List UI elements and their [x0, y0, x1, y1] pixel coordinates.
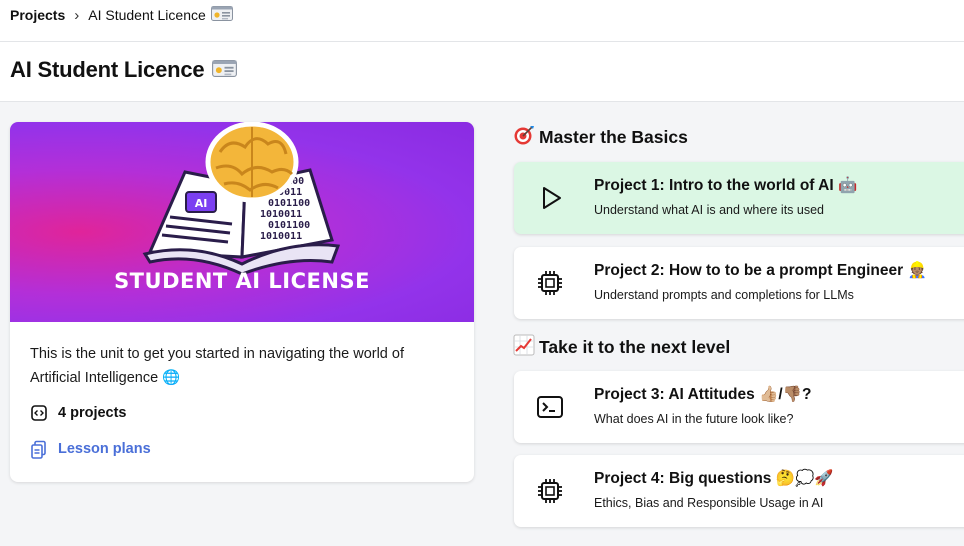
breadcrumb-bar: Projects › AI Student Licence [0, 0, 964, 42]
project-subtitle: Understand prompts and completions for L… [594, 288, 854, 302]
project-subtitle: Understand what AI is and where its used [594, 203, 824, 217]
chart-increasing-icon [513, 334, 535, 361]
code-file-icon [30, 404, 48, 422]
breadcrumb-projects-link[interactable]: Projects [10, 7, 65, 23]
project-title: Project 2: How to to be a prompt Enginee… [594, 262, 927, 279]
project-card-2[interactable]: Project 2: How to to be a prompt Enginee… [514, 247, 964, 319]
section-title-text: Take it to the next level [539, 337, 731, 357]
id-card-icon [212, 57, 238, 83]
project-subtitle: Ethics, Bias and Responsible Usage in AI [594, 496, 824, 510]
project-title: Project 1: Intro to the world of AI 🤖 [594, 177, 858, 194]
breadcrumb: Projects › AI Student Licence [10, 6, 233, 24]
unit-description: This is the unit to get you started in n… [30, 346, 404, 386]
hero-binary-line: 1010011 [260, 231, 302, 242]
id-card-icon [210, 6, 233, 24]
clipboard-icon [30, 440, 48, 459]
lesson-plans-label[interactable]: Lesson plans [58, 441, 151, 457]
project-subtitle: What does AI in the future look like? [594, 412, 794, 426]
hero-binary-line: 1010011 [260, 209, 302, 220]
project-card-4[interactable]: Project 4: Big questions 🤔💭🚀 Ethics, Bia… [514, 455, 964, 527]
hero-ai-badge: AI [195, 197, 208, 210]
project-title: Project 3: AI Attitudes 👍🏼/👎🏽? [594, 386, 812, 403]
page-title: AI Student Licence [10, 57, 238, 83]
target-icon [513, 124, 535, 151]
chip-icon [536, 269, 564, 297]
brain-illustration [205, 122, 299, 203]
project-card-1[interactable]: Project 1: Intro to the world of AI 🤖 Un… [514, 162, 964, 234]
terminal-icon [536, 393, 564, 421]
project-title: Project 4: Big questions 🤔💭🚀 [594, 470, 834, 487]
play-icon [536, 184, 564, 212]
unit-card: AI 1011000010011010110010100110101100101… [10, 122, 474, 482]
page-title-text: AI Student Licence [10, 57, 205, 82]
breadcrumb-current: AI Student Licence [88, 7, 206, 23]
chip-icon [536, 477, 564, 505]
project-card-3[interactable]: Project 3: AI Attitudes 👍🏼/👎🏽? What does… [514, 371, 964, 443]
unit-hero-image: AI 1011000010011010110010100110101100101… [10, 122, 474, 322]
breadcrumb-separator: › [74, 6, 80, 24]
lesson-plans-link[interactable]: Lesson plans [30, 440, 151, 459]
section-title-next-level: Take it to the next level [513, 334, 730, 361]
projects-count: 4 projects [58, 405, 127, 421]
hero-binary-line: 0101100 [268, 220, 310, 231]
title-bar: AI Student Licence [0, 42, 964, 102]
section-title-text: Master the Basics [539, 127, 688, 147]
projects-count-row: 4 projects [30, 404, 127, 422]
hero-title: STUDENT AI LICENSE [114, 269, 370, 293]
section-title-basics: Master the Basics [513, 124, 688, 151]
hero-binary-line: 0101100 [268, 198, 310, 209]
